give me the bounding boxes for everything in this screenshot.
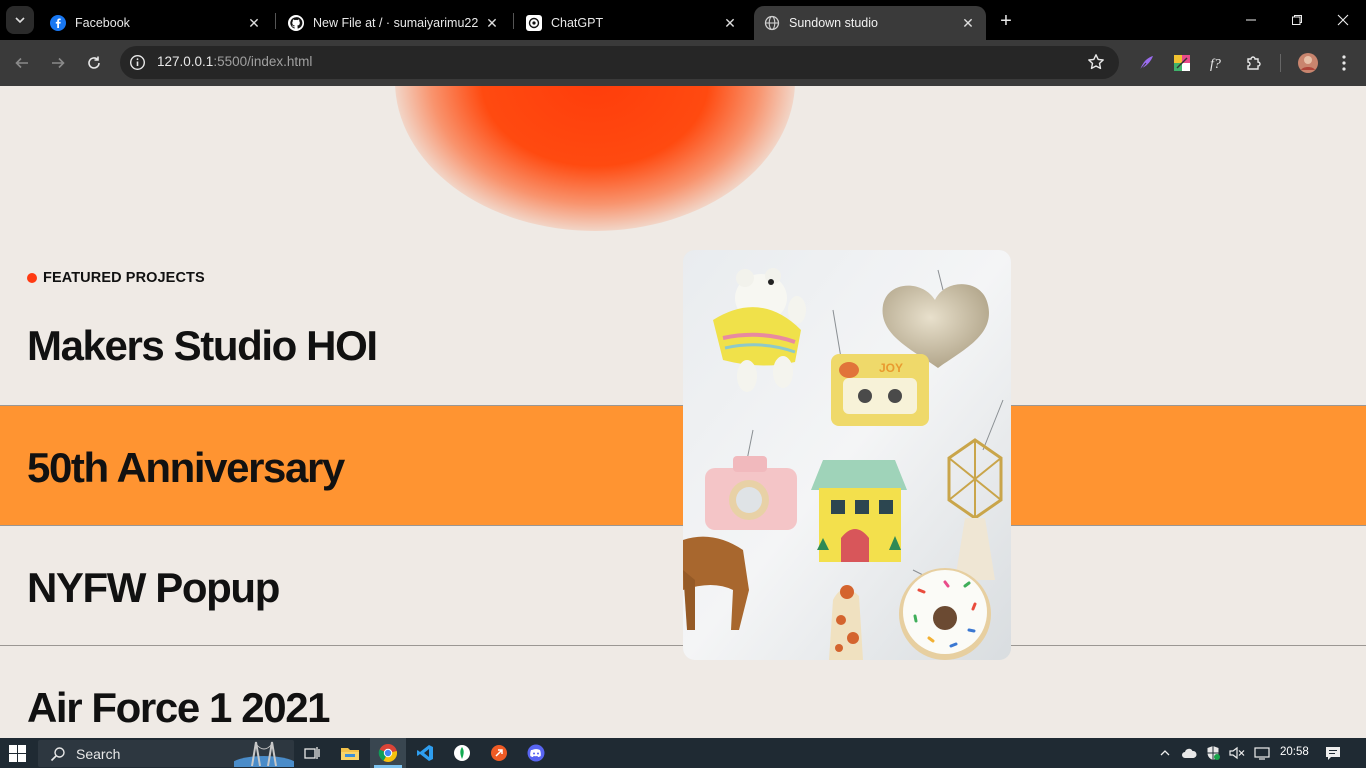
globe-icon [764,15,780,31]
restore-button[interactable] [1274,0,1320,40]
tab-title: Facebook [75,16,130,30]
tab-divider [513,13,514,29]
security-shield-icon[interactable] [1205,745,1221,761]
chrome-icon [378,744,398,763]
toolbar-divider [1280,54,1281,72]
project-title: 50th Anniversary [27,444,345,491]
network-display-icon[interactable] [1254,745,1270,761]
tray-chevron-up-icon[interactable] [1157,745,1173,761]
tab-github[interactable]: New File at / · sumaiyarimu22/s ✕ [278,6,510,40]
close-icon[interactable]: ✕ [484,15,500,31]
taskbar-vscode[interactable] [414,742,436,764]
profile-avatar[interactable] [1297,52,1319,74]
tab-chatgpt[interactable]: ChatGPT ✕ [516,6,748,40]
taskbar-search-box[interactable]: Search [38,740,294,767]
more-vertical-icon [1342,55,1346,71]
forward-button[interactable] [46,51,70,75]
tab-search-button[interactable] [6,6,34,34]
tab-title: ChatGPT [551,16,604,30]
github-icon [288,15,304,31]
featured-projects-label: FEATURED PROJECTS [27,270,205,286]
svg-text:JOY: JOY [879,361,903,375]
svg-text:f?: f? [1210,57,1221,72]
minimize-icon [1246,19,1256,21]
taskbar-file-explorer[interactable] [339,742,361,764]
minimize-button[interactable] [1228,0,1274,40]
vscode-icon [417,745,433,761]
color-picker-extension-icon[interactable] [1172,53,1192,73]
mongodb-compass-icon [454,745,470,761]
tab-facebook[interactable]: Facebook ✕ [40,6,272,40]
project-title: NYFW Popup [27,564,280,611]
folder-icon [341,748,359,760]
discord-icon [527,744,545,762]
bookmark-star-icon[interactable] [1087,53,1105,71]
address-bar[interactable]: 127.0.0.1:5500/index.html [120,46,1119,79]
close-icon [1337,14,1349,26]
os-taskbar: Search 20:58 [0,738,1366,768]
bridge-illustration-icon [234,741,294,767]
taskbar-postman[interactable] [488,742,510,764]
tab-sundown-studio[interactable]: Sundown studio ✕ [754,6,986,40]
taskbar-search-label: Search [76,746,121,762]
tab-title: New File at / · sumaiyarimu22/s [313,16,478,30]
project-title: Makers Studio HOI [27,322,378,369]
onedrive-cloud-icon[interactable] [1181,745,1197,761]
taskbar-clock[interactable]: 20:58 [1280,746,1309,758]
taskbar-mongodb[interactable] [451,742,473,764]
tab-title: Sundown studio [789,16,878,30]
url-path: :5500/index.html [213,54,313,69]
speaker-muted-icon[interactable] [1229,745,1245,761]
browser-menu-button[interactable] [1334,53,1354,73]
close-icon[interactable]: ✕ [722,15,738,31]
facebook-icon [50,15,66,31]
arrow-left-icon [15,57,28,69]
task-view-button[interactable] [301,742,323,764]
extensions-puzzle-icon[interactable] [1244,53,1264,73]
reload-icon [88,56,100,69]
close-window-button[interactable] [1320,0,1366,40]
project-title: Air Force 1 2021 [27,684,331,731]
url-host: 127.0.0.1 [157,54,214,69]
postman-icon [491,745,507,761]
reload-button[interactable] [82,51,106,75]
chatgpt-icon [526,15,542,31]
browser-toolbar: 127.0.0.1:5500/index.html f? [0,40,1366,86]
section-label-text: FEATURED PROJECTS [43,270,205,286]
restore-icon [1292,15,1302,25]
chevron-down-icon [15,17,25,24]
url-text: 127.0.0.1:5500/index.html [157,54,312,69]
task-view-icon [304,747,320,759]
windows-start-icon[interactable] [9,745,26,762]
search-icon [50,747,65,762]
hero-sun-gradient [395,86,795,231]
quill-extension-icon[interactable] [1136,53,1156,73]
close-icon[interactable]: ✕ [960,15,976,31]
new-tab-button[interactable]: + [994,9,1018,33]
close-icon[interactable]: ✕ [246,15,262,31]
taskbar-chrome[interactable] [377,742,399,764]
back-button[interactable] [10,51,34,75]
tab-strip: Facebook ✕ New File at / · sumaiyarimu22… [0,0,1366,40]
project-row-air-force-1[interactable]: Air Force 1 2021 [0,645,1366,738]
taskbar-discord[interactable] [525,742,547,764]
font-extension-icon[interactable]: f? [1208,53,1228,73]
notifications-icon[interactable] [1325,745,1341,761]
accent-dot-icon [27,273,37,283]
web-page: FEATURED PROJECTS Makers Studio HOI 50th… [0,86,1366,738]
tab-divider [275,13,276,29]
info-icon[interactable] [129,54,146,71]
arrow-right-icon [52,57,65,69]
project-preview-image: JOY [683,250,1011,660]
